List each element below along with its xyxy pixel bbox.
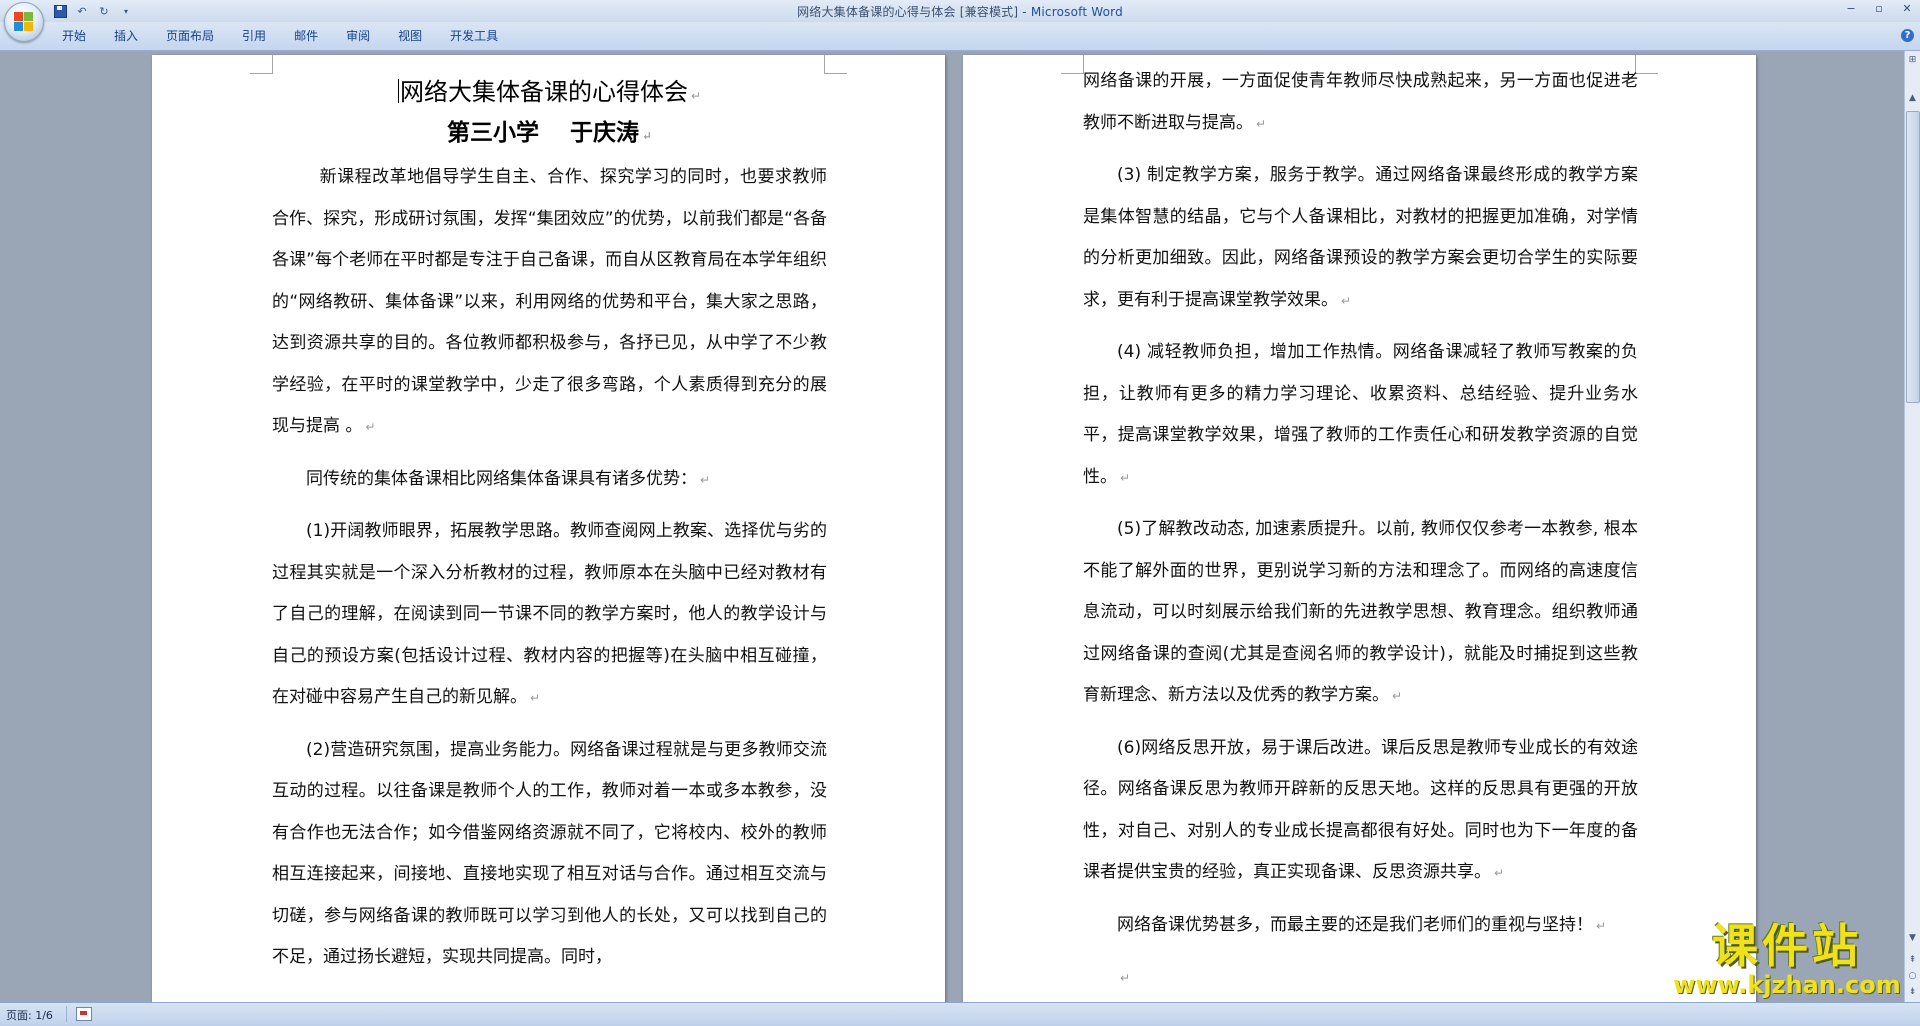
document-title: 网络大集体备课的心得体会 ↵ <box>397 78 702 106</box>
tab-insert[interactable]: 插入 <box>100 28 152 44</box>
crop-mark <box>824 55 847 74</box>
window-controls: − ▫ ✕ <box>1844 2 1914 16</box>
restore-button[interactable]: ▫ <box>1872 2 1886 16</box>
window-title: 网络大集体备课的心得与体会 [兼容模式] - Microsoft Word <box>0 3 1920 20</box>
paragraph: (4) 减轻教师负担，增加工作热情。网络备课减轻了教师写教案的负担，让教师有更多… <box>1083 342 1638 487</box>
tab-home[interactable]: 开始 <box>48 28 100 44</box>
document-page-1[interactable]: 网络大集体备课的心得体会 ↵ 第三小学 于庆涛 ↵ 新课程改革地倡导学生自主、合作、… <box>152 55 945 1002</box>
next-page-icon[interactable]: ⇟ <box>1906 985 1919 999</box>
status-bar: 页面: 1/6 <box>0 1002 1920 1026</box>
tab-page-layout[interactable]: 页面布局 <box>152 28 228 44</box>
ribbon-tab-bar: 开始 插入 页面布局 引用 邮件 审阅 视图 开发工具 ? <box>0 22 1920 51</box>
paragraph: (1)开阔教师眼界，拓展教学思路。教师查阅网上教案、选择优与劣的过程其实就是一个… <box>272 521 827 707</box>
tab-view[interactable]: 视图 <box>384 28 436 44</box>
tab-developer[interactable]: 开发工具 <box>436 28 512 44</box>
paragraph: (2)营造研究氛围，提高业务能力。网络备课过程就是与更多教师交流互动的过程。以往… <box>272 739 827 968</box>
document-page-2[interactable]: 网络备课的开展，一方面促使青年教师尽快成熟起来，另一方面也促进老教师不断进取与提… <box>963 55 1756 1002</box>
text-cursor <box>397 79 399 103</box>
scroll-down-arrow-icon[interactable]: ▼ <box>1906 931 1919 945</box>
watermark-url: www.kjzhan.com <box>1673 971 1901 999</box>
crop-mark <box>1635 55 1658 74</box>
page-2-body: 网络备课的开展，一方面促使青年教师尽快成熟起来，另一方面也促进老教师不断进取与提… <box>1083 61 1638 1002</box>
empty-paragraph: ↵ <box>1120 971 1131 985</box>
title-bar: ↶ ↻ ▾ 网络大集体备课的心得与体会 [兼容模式] - Microsoft W… <box>0 0 1920 22</box>
watermark-text: 课件站 <box>1712 919 1862 973</box>
previous-page-icon[interactable]: ⇞ <box>1906 953 1919 967</box>
document-subtitle: 第三小学 于庆涛 ↵ <box>446 119 653 146</box>
ruler-toggle-icon[interactable]: ⊞ <box>1906 53 1919 67</box>
ribbon-tabs: 开始 插入 页面布局 引用 邮件 审阅 视图 开发工具 <box>48 28 512 44</box>
paragraph: (6)网络反思开放，易于课后改进。课后反思是教师专业成长的有效途径。网络备课反思… <box>1083 737 1638 883</box>
close-button[interactable]: ✕ <box>1900 2 1914 16</box>
scroll-up-arrow-icon[interactable]: ▲ <box>1906 91 1919 105</box>
paragraph: 新课程改革地倡导学生自主、合作、探究学习的同时，也要求教师合作、探究，形成研讨氛… <box>272 167 827 436</box>
tab-mailings[interactable]: 邮件 <box>280 28 332 44</box>
paragraph: 网络备课优势甚多，而最主要的还是我们老师们的重视与坚持！ ↵ <box>1117 914 1607 935</box>
page-1-body: 新课程改革地倡导学生自主、合作、探究学习的同时，也要求教师合作、探究，形成研讨氛… <box>272 157 827 989</box>
document-title-text: 网络大集体备课的心得与体会 [兼容模式] - <box>797 5 1031 19</box>
paragraph: (5)了解教改动态, 加速素质提升。以前, 教师仅仅参考一本教参, 根本不能了解… <box>1083 519 1638 705</box>
paragraph: 同传统的集体备课相比网络集体备课具有诸多优势： ↵ <box>306 468 711 489</box>
crop-mark <box>250 55 273 74</box>
browse-object-icon[interactable]: ○ <box>1906 969 1919 983</box>
tab-review[interactable]: 审阅 <box>332 28 384 44</box>
watermark-logo: 课件站 www.kjzhan.com <box>1672 920 1902 1002</box>
crop-mark <box>1061 55 1084 74</box>
scroll-thumb[interactable] <box>1906 111 1920 403</box>
proofing-status-icon[interactable] <box>76 1007 92 1021</box>
app-name: Microsoft Word <box>1030 5 1123 19</box>
office-logo-icon <box>14 12 34 32</box>
minimize-button[interactable]: − <box>1844 2 1858 16</box>
document-area: 网络大集体备课的心得体会 ↵ 第三小学 于庆涛 ↵ 新课程改革地倡导学生自主、合作、… <box>0 51 1905 1002</box>
tab-references[interactable]: 引用 <box>228 28 280 44</box>
page-indicator[interactable]: 页面: 1/6 <box>6 1007 53 1023</box>
paragraph: 网络备课的开展，一方面促使青年教师尽快成熟起来，另一方面也促进老教师不断进取与提… <box>1083 71 1638 133</box>
status-divider <box>66 1006 67 1022</box>
vertical-scrollbar[interactable]: ⊞ ▲ ▼ ⇞ ○ ⇟ <box>1904 51 1920 1002</box>
office-button[interactable] <box>4 2 44 42</box>
paragraph: (3) 制定教学方案，服务于教学。通过网络备课最终形成的教学方案是集体智慧的结晶… <box>1083 165 1638 310</box>
help-icon[interactable]: ? <box>1901 29 1914 42</box>
